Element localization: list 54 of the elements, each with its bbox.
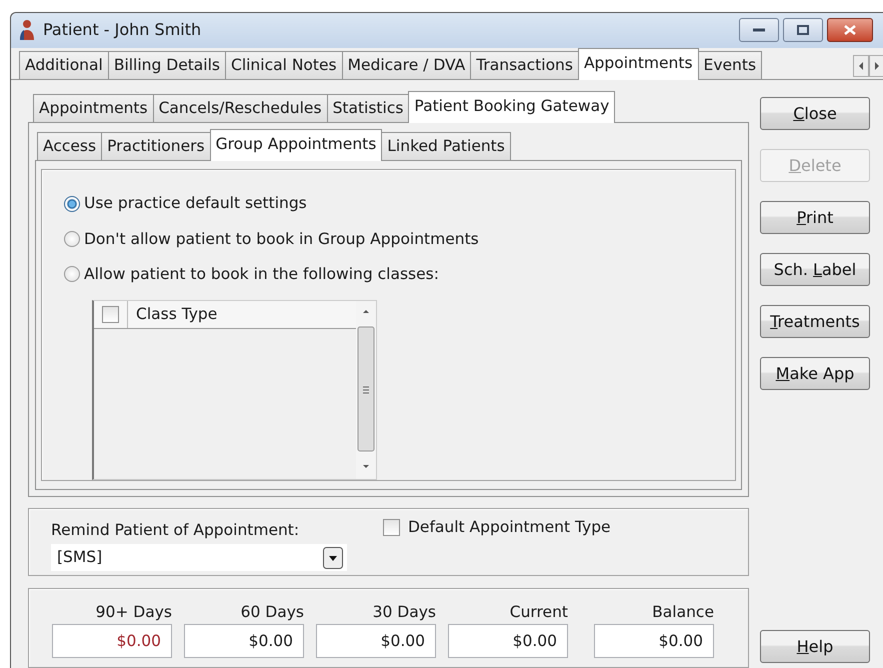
radio-button[interactable]	[64, 266, 80, 282]
tab[interactable]: Access	[37, 132, 102, 160]
close-icon	[844, 25, 856, 36]
tab[interactable]: Events	[698, 51, 762, 79]
amount-field[interactable]: $0.00	[316, 624, 436, 658]
tab[interactable]: Additional	[19, 51, 109, 79]
amount-label: 90+ Days	[96, 602, 172, 623]
action-button[interactable]: Make App	[760, 357, 870, 390]
help-button[interactable]: Help	[760, 630, 870, 663]
tab[interactable]: Group Appointments	[210, 129, 382, 162]
option-label[interactable]: Don't allow patient to book in Group Appointments	[84, 228, 479, 251]
tab[interactable]: Appointments	[33, 94, 154, 122]
checkbox[interactable]	[102, 306, 119, 323]
minimize-button[interactable]	[739, 18, 779, 42]
checkbox-label[interactable]: Default Appointment Type	[408, 516, 611, 540]
amount-field[interactable]: $0.00	[184, 624, 304, 658]
maximize-button[interactable]	[783, 18, 823, 42]
tab[interactable]: Cancels/Reschedules	[152, 94, 328, 122]
amount-label: Balance	[652, 602, 714, 623]
radio-button[interactable]	[64, 231, 80, 248]
amount-field[interactable]: $0.00	[594, 624, 714, 658]
action-button[interactable]: Print	[760, 201, 870, 234]
maximize-icon	[797, 25, 809, 36]
scroll-right-icon[interactable]	[869, 55, 883, 77]
tab[interactable]: Medicare / DVA	[342, 51, 472, 79]
amount-label: Current	[510, 602, 568, 623]
tab[interactable]: Appointments	[578, 48, 699, 80]
reminder-dropdown[interactable]: [SMS]	[51, 544, 347, 571]
patient-icon	[17, 19, 37, 42]
tab[interactable]: Billing Details	[108, 51, 226, 79]
tab[interactable]: Practitioners	[101, 132, 211, 160]
action-button[interactable]: Sch. Label	[760, 253, 870, 286]
minimize-icon	[753, 28, 765, 32]
tab[interactable]: Statistics	[326, 94, 410, 122]
window-title: Patient - John Smith	[43, 19, 202, 42]
action-button[interactable]: Close	[760, 97, 870, 130]
radio-button[interactable]	[64, 196, 80, 212]
option-label[interactable]: Allow patient to book in the following classes:	[84, 262, 439, 286]
tab[interactable]: Transactions	[470, 51, 579, 79]
field-label: Remind Patient of Appointment:	[51, 520, 300, 541]
amount-field[interactable]: $0.00	[448, 624, 568, 658]
amount-label: 30 Days	[372, 602, 436, 623]
close-button[interactable]	[827, 18, 873, 42]
amount-field[interactable]: $0.00	[52, 624, 172, 658]
scroll-left-icon[interactable]	[853, 55, 869, 77]
tab[interactable]: Patient Booking Gateway	[408, 91, 616, 123]
scrollbar[interactable]	[356, 301, 376, 479]
amount-label: 60 Days	[240, 602, 304, 623]
tab[interactable]: Clinical Notes	[225, 51, 343, 79]
option-label[interactable]: Use practice default settings	[84, 192, 307, 216]
checkbox[interactable]	[383, 519, 400, 536]
column-header[interactable]: Class Type	[94, 301, 356, 329]
tab[interactable]: Linked Patients	[381, 132, 511, 160]
action-button[interactable]: Treatments	[760, 305, 870, 338]
